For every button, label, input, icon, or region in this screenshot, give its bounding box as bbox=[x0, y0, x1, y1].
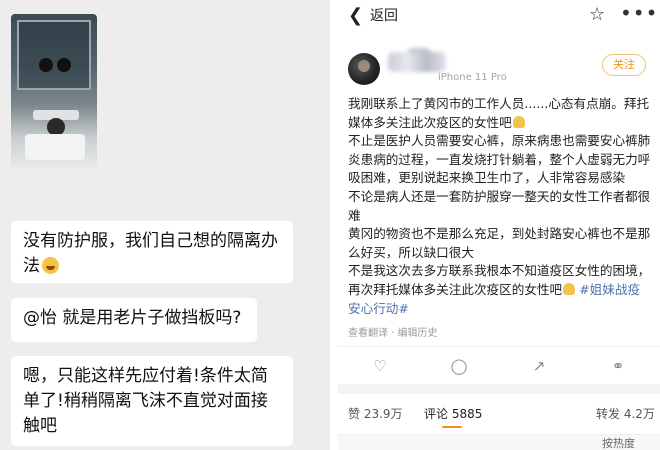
panel-divider bbox=[330, 0, 338, 450]
active-tab-indicator bbox=[442, 426, 462, 428]
image-base bbox=[25, 134, 85, 160]
more-icon[interactable]: ••• bbox=[620, 2, 658, 24]
chat-image[interactable] bbox=[11, 14, 97, 168]
username-blurred[interactable] bbox=[388, 52, 446, 72]
comment-icon[interactable]: ◯ bbox=[450, 357, 468, 375]
image-lamp bbox=[57, 58, 71, 72]
device-label: iPhone 11 Pro bbox=[438, 72, 507, 83]
sort-by-hot-button[interactable]: 按热度 bbox=[602, 437, 635, 450]
post-line: 不论是病人还是一套防护服穿一整天的女性工作者都很难 bbox=[348, 188, 651, 223]
repost-icon[interactable]: ⚭ bbox=[609, 357, 627, 375]
image-panel bbox=[17, 20, 91, 90]
chat-message-bubble: 没有防护服，我们自己想的隔离办法 bbox=[11, 221, 293, 283]
weibo-panel: ❮ 返回 ☆ ••• iPhone 11 Pro 关注 我刚联系上了黄冈市的工作… bbox=[338, 0, 660, 450]
laughing-emoji-icon bbox=[42, 257, 59, 274]
thumbs-up-icon[interactable]: ♡ bbox=[371, 357, 389, 375]
likes-tab[interactable]: 赞 23.9万 bbox=[348, 394, 403, 434]
image-lamp bbox=[39, 58, 53, 72]
chat-message-text: @怡 就是用老片子做挡板吗? bbox=[23, 308, 242, 328]
star-icon[interactable]: ☆ bbox=[589, 4, 605, 26]
share-icon[interactable]: ↗ bbox=[530, 357, 548, 375]
avatar[interactable] bbox=[348, 53, 380, 85]
comments-tab[interactable]: 评论 5885 bbox=[424, 394, 482, 434]
section-gap bbox=[338, 384, 660, 394]
post-line: 不止是医护人员需要安心裤，原来病患也需要安心裤肺炎患病的过程，一直发烧打针躺着，… bbox=[348, 133, 651, 186]
sort-bar: 按热度 bbox=[338, 434, 660, 450]
chat-message-bubble: @怡 就是用老片子做挡板吗? bbox=[11, 298, 257, 342]
post-line: 我刚联系上了黄冈市的工作人员......心态有点崩。拜托媒体多关注此次疫区的女性… bbox=[348, 96, 650, 130]
top-bar: ❮ 返回 ☆ ••• bbox=[338, 0, 660, 32]
chevron-left-icon[interactable]: ❮ bbox=[348, 6, 366, 26]
pray-icon bbox=[563, 282, 576, 295]
follow-button[interactable]: 关注 bbox=[602, 54, 646, 76]
post-line: 黄冈的物资也不是那么充足，到处封路安心裤也不是那么好买，所以缺口很大 bbox=[348, 226, 651, 260]
chat-message-bubble: 嗯，只能这样先应付着!条件太简单了!稍稍隔离飞沫不直觉对面接触吧 bbox=[11, 356, 293, 446]
post-body: 我刚联系上了黄冈市的工作人员......心态有点崩。拜托媒体多关注此次疫区的女性… bbox=[348, 95, 652, 318]
stats-bar: 赞 23.9万 评论 5885 转发 4.2万 bbox=[338, 394, 660, 434]
post-meta[interactable]: 查看翻译 · 编辑历史 bbox=[348, 328, 438, 340]
reposts-tab[interactable]: 转发 4.2万 bbox=[596, 394, 655, 434]
chat-panel: 没有防护服，我们自己想的隔离办法 @怡 就是用老片子做挡板吗? 嗯，只能这样先应… bbox=[0, 0, 330, 450]
pray-icon bbox=[512, 115, 525, 128]
chat-message-text: 没有防护服，我们自己想的隔离办法 bbox=[23, 231, 278, 276]
action-bar: ♡ ◯ ↗ ⚭ bbox=[338, 346, 660, 384]
back-button[interactable]: 返回 bbox=[370, 7, 398, 25]
chat-message-text: 嗯，只能这样先应付着!条件太简单了!稍稍隔离飞沫不直觉对面接触吧 bbox=[23, 366, 268, 436]
